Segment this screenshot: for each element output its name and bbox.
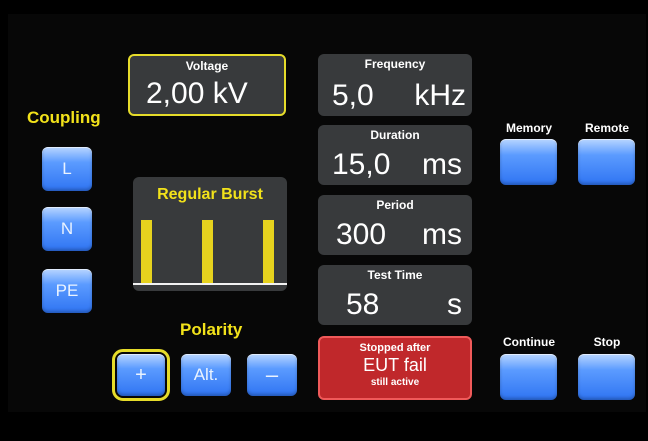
duration-value: 15,0 [332, 148, 391, 181]
remote-label: Remote [584, 121, 629, 135]
duration-title: Duration [370, 128, 420, 142]
polarity-alt-button[interactable]: Alt. [181, 354, 231, 396]
stop-label: Stop [593, 335, 621, 349]
duration-display[interactable]: Duration 15,0 ms [318, 125, 472, 185]
coupling-title: Coupling [27, 108, 101, 127]
frequency-unit: kHz [414, 79, 466, 112]
status-line-1: Stopped after [359, 342, 431, 354]
waveform-panel: Regular Burst [133, 177, 287, 291]
burst-pulse-1 [141, 220, 152, 284]
memory-button[interactable] [500, 139, 557, 185]
burst-pulse-2 [202, 220, 213, 284]
frequency-title: Frequency [364, 57, 426, 71]
test-time-value: 58 [346, 288, 380, 321]
continue-label: Continue [503, 335, 555, 349]
coupling-l-button[interactable]: L [42, 147, 92, 191]
period-value: 300 [336, 218, 387, 251]
coupling-pe-button[interactable]: PE [42, 269, 92, 313]
voltage-value: 2,00 kV [146, 77, 248, 110]
status-alert: Stopped after EUT fail still active [318, 336, 472, 400]
status-line-2: EUT fail [363, 355, 427, 375]
period-display[interactable]: Period 300 ms [318, 195, 472, 255]
duration-unit: ms [422, 148, 462, 181]
test-time-title: Test Time [367, 268, 423, 282]
status-line-3: still active [370, 377, 420, 388]
continue-button[interactable] [500, 354, 557, 400]
voltage-display[interactable]: Voltage 2,00 kV [128, 54, 286, 116]
period-unit: ms [422, 218, 462, 251]
polarity-title: Polarity [180, 320, 243, 339]
frequency-display[interactable]: Frequency 5,0 kHz [318, 54, 472, 116]
stop-button[interactable] [578, 354, 635, 400]
burst-waveform-chart [133, 220, 287, 285]
burst-pulse-3 [263, 220, 274, 284]
memory-label: Memory [505, 121, 552, 135]
waveform-title: Regular Burst [157, 186, 263, 203]
test-time-display[interactable]: Test Time 58 s [318, 265, 472, 325]
coupling-n-button[interactable]: N [42, 207, 92, 251]
polarity-plus-button[interactable]: + [112, 349, 170, 401]
period-title: Period [376, 198, 414, 212]
test-time-unit: s [447, 288, 462, 321]
frequency-value: 5,0 [332, 79, 374, 112]
polarity-minus-button[interactable]: – [247, 354, 297, 396]
remote-button[interactable] [578, 139, 635, 185]
voltage-title: Voltage [185, 59, 229, 73]
